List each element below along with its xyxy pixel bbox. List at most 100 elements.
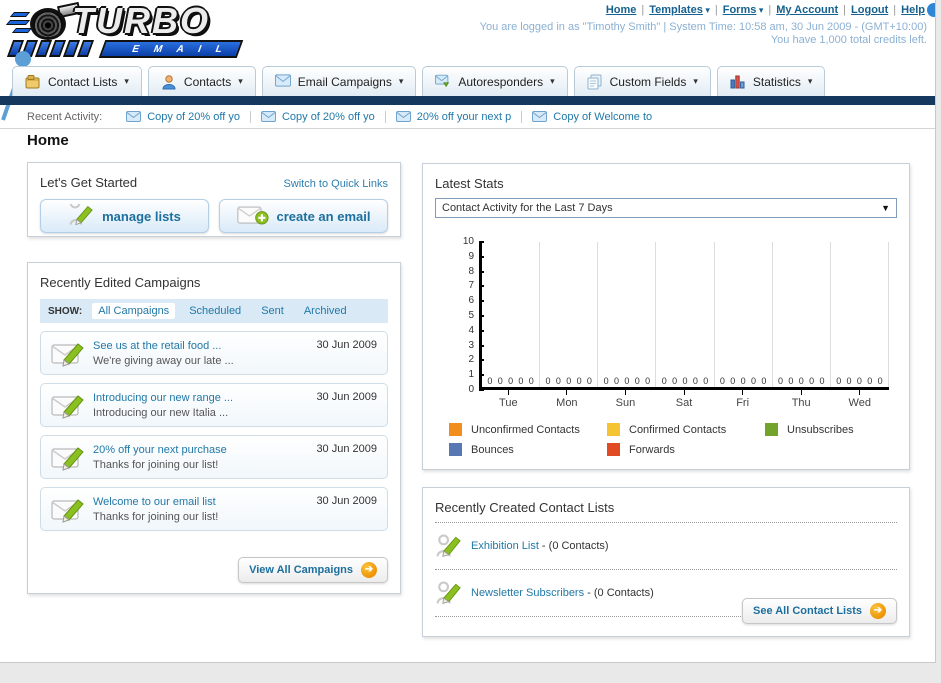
envelope-icon [532, 111, 548, 122]
campaign-card[interactable]: See us at the retail food ... We're givin… [40, 331, 388, 375]
recent-activity-link[interactable]: 20% off your next p [417, 111, 512, 123]
see-all-contact-lists-label: See All Contact Lists [752, 605, 862, 617]
contact-activity-chart: 0 1 2 3 4 5 6 7 8 9 10 0 0 0 0 0 0 0 0 0 0 0 0 0 0 0 0 0 0 0 0 0 0 0 0 0 0 0 0… [463, 236, 897, 409]
credits-status-text: You have 1,000 total credits left. [770, 34, 927, 46]
stats-range-select[interactable]: Contact Activity for the Last 7 Days ▼ [435, 198, 897, 218]
filter-sent[interactable]: Sent [255, 303, 290, 319]
chart-day-group: 00000 [715, 242, 773, 387]
help-icon[interactable] [927, 3, 935, 17]
chart-x-axis-labels: Tue Mon Sun Sat Fri Thu Wed [479, 390, 889, 409]
latest-stats-title: Latest Stats [435, 176, 504, 191]
recent-activity-item[interactable]: Copy of 20% off yo [251, 110, 386, 123]
y-axis-tick [479, 270, 484, 273]
create-email-button[interactable]: create an email [219, 199, 388, 233]
chevron-down-icon: ▾ [756, 5, 764, 15]
legend-swatch [449, 423, 462, 436]
bar-value-label: 0 [508, 376, 514, 386]
campaign-title-link[interactable]: Introducing our new range ... [93, 392, 233, 404]
filter-archived[interactable]: Archived [298, 303, 353, 319]
campaign-card[interactable]: 20% off your next purchase Thanks for joi… [40, 435, 388, 479]
x-axis-tick [800, 390, 802, 395]
x-axis-tick [507, 390, 509, 395]
contact-list-link[interactable]: Newsletter Subscribers [471, 587, 584, 599]
envelope-icon [260, 111, 276, 122]
legend-swatch [607, 443, 620, 456]
bar-value-label: 0 [856, 376, 862, 386]
x-axis-tick [742, 390, 744, 395]
bar-value-label: 0 [877, 376, 883, 386]
bar-value-label: 0 [497, 376, 503, 386]
flame-decoration [11, 28, 33, 33]
recent-activity-item[interactable]: Copy of 20% off yo [116, 110, 251, 123]
header-link-help[interactable]: Help [901, 4, 925, 16]
bar-value-label: 0 [819, 376, 825, 386]
y-axis-tick [479, 329, 484, 332]
chevron-down-icon: ▾ [693, 76, 698, 86]
bar-value-label: 0 [634, 376, 640, 386]
header-link-templates[interactable]: Templates [649, 4, 703, 16]
campaign-card[interactable]: Introducing our new range ... Introducing… [40, 383, 388, 427]
campaign-title-link[interactable]: Welcome to our email list [93, 496, 216, 508]
campaign-date: 30 Jun 2009 [316, 495, 377, 507]
bar-value-label: 0 [586, 376, 592, 386]
tab-label: Custom Fields [609, 74, 687, 89]
y-axis-tick [479, 241, 484, 243]
tab-email-campaigns[interactable]: Email Campaigns ▾ [261, 66, 417, 96]
chevron-down-icon: ▾ [398, 76, 404, 86]
y-axis-tick [479, 374, 484, 377]
recent-activity-link[interactable]: Copy of 20% off yo [147, 111, 240, 123]
recent-activity-item[interactable]: Copy of Welcome to [522, 111, 662, 123]
header-link-forms[interactable]: Forms [723, 4, 757, 16]
bar-value-label: 0 [788, 376, 794, 386]
see-all-contact-lists-button[interactable]: See All Contact Lists ➔ [741, 598, 897, 624]
bar-value-label: 0 [703, 376, 709, 386]
chart-day-group: 00000 [598, 242, 657, 387]
filter-all-campaigns[interactable]: All Campaigns [92, 303, 176, 319]
logo-subtitle: E M A I L [130, 43, 231, 55]
campaign-title-link[interactable]: See us at the retail food ... [93, 340, 221, 352]
turbo-swirl-icon [30, 8, 66, 40]
latest-stats-panel: Latest Stats Contact Activity for the La… [422, 163, 910, 470]
view-all-campaigns-button[interactable]: View All Campaigns ➔ [238, 557, 388, 583]
statistics-icon [730, 74, 746, 90]
header-link-logout[interactable]: Logout [851, 4, 888, 16]
campaign-title-link[interactable]: 20% off your next purchase [93, 444, 227, 456]
legend-swatch [607, 423, 620, 436]
y-axis-tick [479, 300, 484, 303]
contacts-icon [161, 74, 177, 90]
campaign-card[interactable]: Welcome to our email list Thanks for join… [40, 487, 388, 531]
get-started-title: Let's Get Started [40, 175, 138, 190]
tab-custom-fields[interactable]: Custom Fields ▾ [573, 66, 711, 96]
recent-activity-item[interactable]: 20% off your next p [386, 110, 523, 123]
legend-swatch [765, 423, 778, 436]
campaign-date: 30 Jun 2009 [316, 339, 377, 351]
bar-value-label: 0 [809, 376, 815, 386]
chevron-down-icon: ▾ [807, 76, 813, 86]
pencil-list-icon [68, 204, 94, 228]
envelope-icon [126, 111, 142, 122]
bar-value-label: 0 [692, 376, 698, 386]
recent-activity-link[interactable]: Copy of 20% off yo [282, 111, 375, 123]
create-email-label: create an email [276, 208, 371, 224]
recent-activity-link[interactable]: Copy of Welcome to [553, 111, 652, 123]
campaign-subtitle: Thanks for joining our list! [93, 511, 219, 523]
filter-scheduled[interactable]: Scheduled [183, 303, 247, 319]
bar-value-label: 0 [603, 376, 609, 386]
contact-list-item[interactable]: Exhibition List - (0 Contacts) [435, 530, 897, 562]
campaign-subtitle: Thanks for joining our list! [93, 459, 219, 471]
bar-value-label: 0 [613, 376, 619, 386]
bar-value-label: 0 [798, 376, 804, 386]
switch-quick-links[interactable]: Switch to Quick Links [283, 178, 388, 190]
header-link-my-account[interactable]: My Account [776, 4, 838, 16]
contact-list-link[interactable]: Exhibition List [471, 540, 539, 552]
header-link-home[interactable]: Home [606, 4, 637, 16]
tab-contact-lists[interactable]: Contact Lists ▾ [12, 66, 142, 96]
tab-statistics[interactable]: Statistics ▾ [716, 66, 826, 96]
manage-lists-button[interactable]: manage lists [40, 199, 209, 233]
bar-value-label: 0 [740, 376, 746, 386]
y-axis-tick [479, 389, 484, 391]
tab-autoresponders[interactable]: Autoresponders ▾ [422, 66, 568, 96]
legend-label: Confirmed Contacts [629, 423, 727, 436]
stats-range-value: Contact Activity for the Last 7 Days [442, 202, 613, 214]
tab-contacts[interactable]: Contacts ▾ [147, 66, 256, 96]
